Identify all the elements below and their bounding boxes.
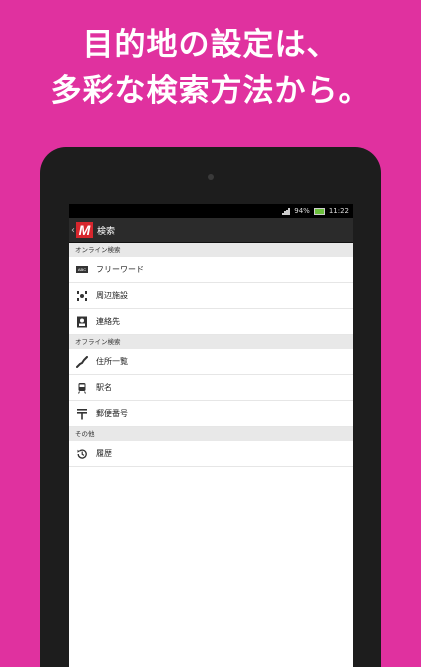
list-item-free-word[interactable]: ABC フリーワード	[69, 257, 353, 283]
battery-percent: 94%	[294, 207, 310, 215]
list-item-label: 周辺施設	[96, 291, 128, 300]
list-item-label: 連絡先	[96, 317, 120, 326]
signal-icon	[282, 207, 290, 215]
battery-icon	[313, 207, 325, 215]
page-title: 検索	[97, 226, 116, 237]
status-bar: 94% 11:22	[69, 204, 353, 218]
promo-headline: 目的地の設定は、 多彩な検索方法から。	[0, 22, 421, 114]
section-header-other: その他	[69, 427, 353, 441]
contacts-icon	[75, 315, 89, 329]
action-bar: ‹ M 検索	[69, 218, 353, 243]
clock: 11:22	[328, 207, 349, 215]
headline-line-2: 多彩な検索方法から。	[50, 73, 371, 109]
section-header-offline: オフライン検索	[69, 335, 353, 349]
tablet-frame: 94% 11:22 ‹ M 検索 オンライン検索 ABC フリーワード 周辺施設	[40, 147, 381, 667]
back-chevron-icon[interactable]: ‹	[71, 225, 75, 236]
list-item-address[interactable]: 住所一覧	[69, 349, 353, 375]
list-item-postal-code[interactable]: 郵便番号	[69, 401, 353, 427]
history-icon	[75, 447, 89, 461]
list-item-label: 住所一覧	[96, 357, 128, 366]
nearby-facilities-icon	[75, 289, 89, 303]
postal-mark-icon	[75, 407, 89, 421]
train-icon	[75, 381, 89, 395]
list-item-history[interactable]: 履歴	[69, 441, 353, 467]
list-item-label: 駅名	[96, 383, 112, 392]
list-item-station[interactable]: 駅名	[69, 375, 353, 401]
camera-icon	[208, 174, 214, 180]
list-item-contacts[interactable]: 連絡先	[69, 309, 353, 335]
list-item-nearby[interactable]: 周辺施設	[69, 283, 353, 309]
abc-icon-text: ABC	[76, 266, 88, 273]
list-item-label: フリーワード	[96, 265, 144, 274]
list-item-label: 郵便番号	[96, 409, 128, 418]
app-logo[interactable]: M	[76, 222, 93, 238]
list-item-label: 履歴	[96, 449, 112, 458]
japan-map-icon	[75, 355, 89, 369]
section-header-online: オンライン検索	[69, 243, 353, 257]
abc-keyboard-icon: ABC	[75, 263, 89, 277]
tablet-screen: 94% 11:22 ‹ M 検索 オンライン検索 ABC フリーワード 周辺施設	[69, 204, 353, 667]
headline-line-1: 目的地の設定は、	[82, 27, 339, 63]
